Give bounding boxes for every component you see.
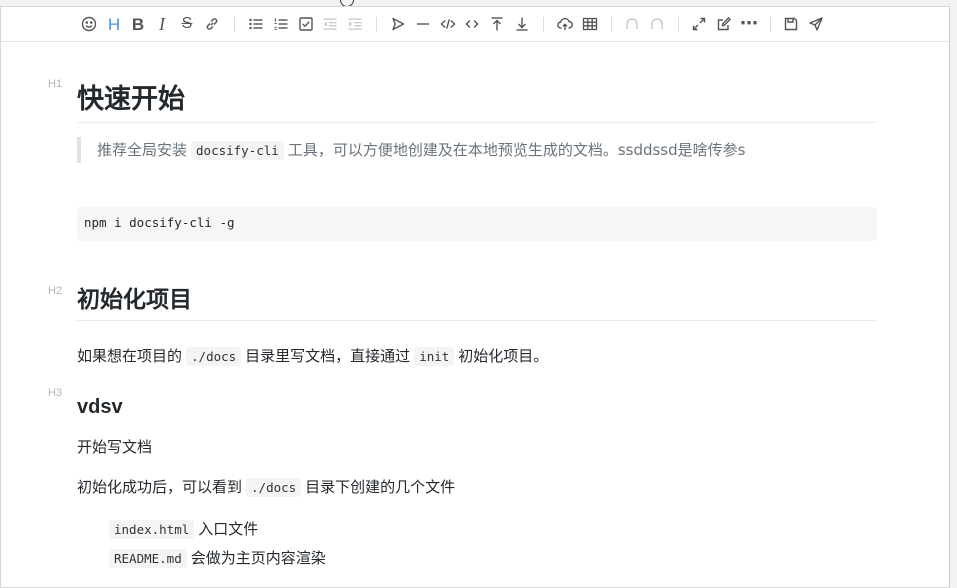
heading-level-label: H1 [48,78,63,90]
play-outline-icon [392,17,405,31]
outdent-icon [323,18,337,30]
paragraph-text: 初始化项目。 [458,347,549,365]
toolbar-separator [770,17,771,32]
smiley-icon [81,16,97,32]
indent-button[interactable] [345,14,365,34]
publish-button[interactable] [806,14,826,34]
code-icon [440,19,456,29]
paper-plane-icon [809,17,823,31]
redo-button[interactable] [647,14,667,34]
emoji-button[interactable] [79,14,99,34]
strikethrough-button[interactable]: S [177,14,197,34]
horizontal-rule-button[interactable] [413,14,433,34]
undo-icon [626,18,638,29]
list-item[interactable]: index.html 入口文件 [109,518,258,541]
code-button[interactable] [438,14,458,34]
more-icon: ⋯ [740,13,758,34]
arrow-down-bar-icon [516,17,528,31]
fullscreen-button[interactable] [689,14,709,34]
bold-button[interactable]: B [128,14,148,34]
paragraph[interactable]: 初始化成功后，可以看到 ./docs 目录下创建的几个文件 [77,475,455,500]
redo-icon [651,18,663,29]
toolbar-separator [234,17,235,32]
paragraph-text: 初始化成功后，可以看到 [77,478,243,496]
edit-mode-button[interactable] [714,14,734,34]
toolbar-separator [543,17,544,32]
checklist-button[interactable] [296,14,316,34]
inline-code: ./docs [186,347,242,366]
inline-code: index.html [109,520,195,539]
list-item-text: 入口文件 [198,520,259,538]
more-button[interactable]: ⋯ [739,14,759,34]
minus-icon [417,23,429,25]
undo-button[interactable] [622,14,642,34]
expand-icon [692,17,706,31]
table-button[interactable] [580,14,600,34]
inline-code: README.md [109,549,187,568]
paragraph[interactable]: 如果想在项目的 ./docs 目录里写文档，直接通过 init 初始化项目。 [77,344,548,369]
inline-code-button[interactable] [462,14,482,34]
header-icon: H [107,14,121,34]
paragraph-text: 目录下创建的几个文件 [305,478,456,496]
code-block[interactable]: npm i docsify-cli -g [77,207,877,241]
unordered-list-button[interactable] [246,14,266,34]
heading-level-label: H2 [48,285,63,297]
italic-icon: I [159,14,165,34]
bold-icon: B [131,14,145,34]
inline-code: docsify-cli [191,141,284,160]
ordered-list-button[interactable] [271,14,291,34]
insert-before-button[interactable] [487,14,507,34]
heading-level-label: H3 [48,387,63,399]
heading-3[interactable]: vdsv [77,394,123,420]
indent-icon [348,18,362,30]
markdown-editor[interactable]: H1 快速开始 推荐全局安装 docsify-cli 工具，可以方便地创建及在本地预… [1,42,949,582]
save-button[interactable] [781,14,801,34]
numbered-list-icon [274,18,288,30]
inline-code: ./docs [246,478,302,497]
arrow-up-bar-icon [491,17,503,31]
table-icon [582,17,598,31]
inline-code: init [414,347,455,366]
toolbar-separator [376,17,377,32]
bullet-list-icon [249,18,263,30]
strikethrough-icon: S [181,15,193,32]
link-icon [206,18,218,30]
cloud-upload-icon [557,17,573,30]
paragraph[interactable]: 开始写文档 [77,435,152,459]
toolbar-separator [678,17,679,32]
quote-text: 工具，可以方便地创建及在本地预览生成的文档。ssddssd是啥传参s [287,141,746,159]
save-icon [784,17,798,31]
italic-button[interactable]: I [152,14,172,34]
header-button[interactable]: H [104,14,124,34]
edit-icon [717,17,731,31]
quote-button[interactable] [388,14,408,34]
angle-brackets-icon [465,20,479,28]
code-block-text: npm i docsify-cli -g [84,215,235,230]
list-item[interactable]: README.md 会做为主页内容渲染 [109,547,326,570]
checkbox-icon [299,17,313,31]
outdent-button[interactable] [320,14,340,34]
quote-text: 推荐全局安装 [97,141,188,159]
insert-after-button[interactable] [512,14,532,34]
editor-frame: H B I S ⋯ H1 快速开始 推荐全局安装 docsify-cli 工具，… [0,6,950,588]
toolbar-separator [611,17,612,32]
blockquote[interactable]: 推荐全局安装 docsify-cli 工具，可以方便地创建及在本地预览生成的文档。s… [77,137,877,163]
link-button[interactable] [202,14,222,34]
heading-1[interactable]: 快速开始 [77,82,877,123]
list-item-text: 会做为主页内容渲染 [190,549,326,567]
editor-toolbar: H B I S ⋯ [1,7,949,42]
paragraph-text: 目录里写文档，直接通过 [245,347,411,365]
paragraph-text: 如果想在项目的 [77,347,183,365]
heading-2[interactable]: 初始化项目 [77,284,877,321]
upload-button[interactable] [555,14,575,34]
